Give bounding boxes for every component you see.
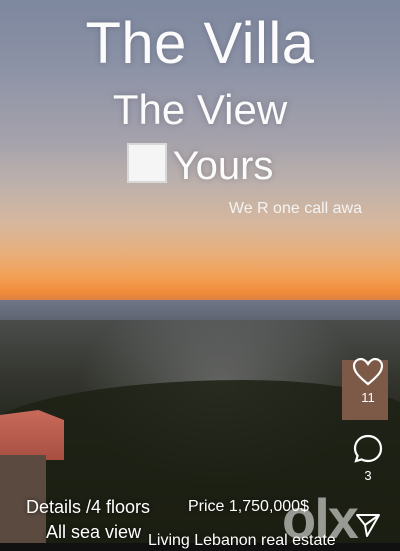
heart-icon: [353, 358, 383, 386]
details-text: Details /4 floors: [26, 497, 151, 517]
like-button[interactable]: 11: [350, 358, 386, 405]
headline-yours-text: Yours: [172, 144, 274, 188]
comment-button[interactable]: 3: [350, 434, 386, 483]
send-icon: [356, 514, 380, 537]
checkbox-glyph: [126, 143, 167, 183]
headline-yours: Yours: [0, 143, 400, 189]
headline-view: The View: [112, 86, 288, 133]
comment-bubble-icon: [353, 434, 383, 463]
comments-count: 3: [364, 468, 372, 483]
headline-villa: The Villa: [85, 11, 315, 76]
roof: [0, 410, 64, 460]
likes-count: 11: [361, 390, 375, 405]
video-frame: [0, 0, 400, 543]
tagline: We R one call awa: [228, 200, 362, 217]
olx-watermark: olx: [282, 487, 359, 550]
sea-view-text: All sea view: [46, 522, 142, 542]
